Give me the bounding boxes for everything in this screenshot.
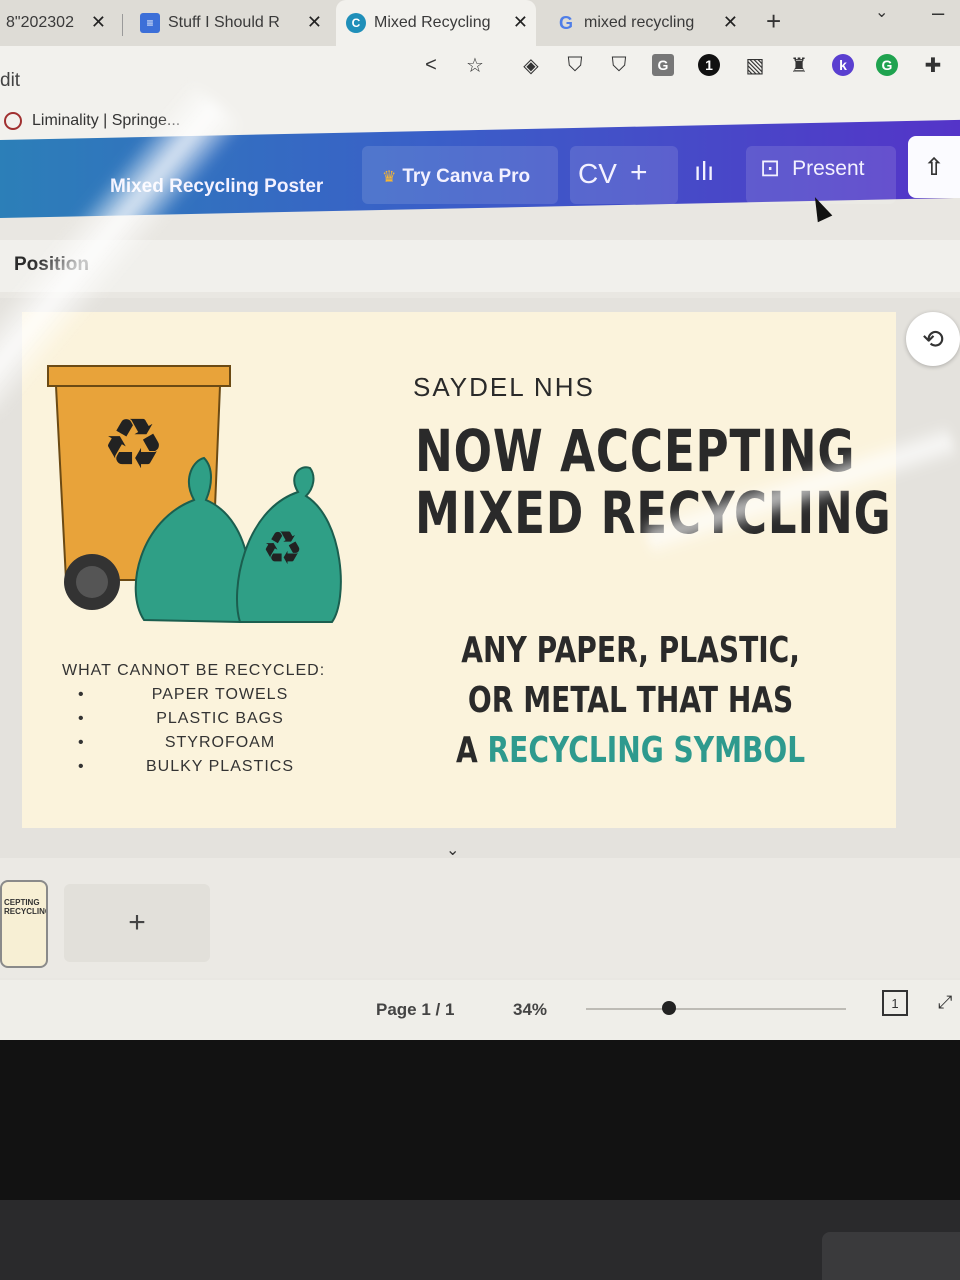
extensions-icon[interactable]: ✚ [918,50,948,80]
recycling-bin-illustration: ♻ ♻ [47,365,342,624]
try-pro-label: Try Canva Pro [402,166,531,187]
robot-extension-icon[interactable]: ♜ [784,50,814,80]
page-indicator: Page 1 / 1 [376,1000,455,1019]
minimize-window-icon[interactable]: – [932,0,944,26]
list-item: BULKY PLASTICS [70,758,350,782]
body-line-2: OR METAL THAT HAS [467,680,794,721]
body-line-3-prefix: A [456,730,488,771]
list-item: STYROFOAM [70,734,350,758]
editor-footer [0,980,960,1040]
tab-title: 8"202302 [6,14,74,31]
page-thumbnail[interactable]: CEPTING RECYCLING [0,880,48,968]
list-item: PLASTIC BAGS [70,710,350,734]
grid-view-button[interactable]: 1 [882,990,908,1016]
tab-1[interactable]: 8"202302 ✕ [0,0,114,46]
close-tab-icon[interactable]: ✕ [513,12,528,33]
present-screen-icon: ⊡ [760,155,781,182]
screen-capture-icon[interactable]: ▧ [740,50,770,80]
present-button[interactable]: ⊡ Present [760,154,864,183]
invite-plus-button[interactable]: + [630,156,648,190]
star-bookmark-icon[interactable]: ☆ [460,50,490,80]
close-tab-icon[interactable]: ✕ [307,12,322,33]
poster-org: SAYDEL NHS [413,372,595,402]
shield-outline-icon[interactable]: ⛉ [604,50,634,80]
tab-title: mixed recycling [584,14,695,31]
canva-icon: C [346,13,366,33]
svg-text:♻: ♻ [262,521,303,575]
tab-divider [122,14,123,36]
list-item: PAPER TOWELS [70,686,350,710]
editor-toolbar [0,240,960,292]
docs-icon: ≡ [140,13,160,33]
fullscreen-icon[interactable]: ⤢ [938,992,952,1013]
extension-puzzle-icon[interactable]: ◈ [516,50,546,80]
cannot-recycle-list: PAPER TOWELS PLASTIC BAGS STYROFOAM BULK… [70,686,350,782]
crown-icon: ♛ [382,169,397,186]
refresh-ai-icon[interactable]: ⟲ [906,312,960,366]
present-label: Present [792,156,865,180]
bookmark-favicon-icon [4,112,22,130]
cannot-recycle-title: WHAT CANNOT BE RECYCLED: [62,662,326,679]
insights-chart-icon[interactable]: ılı [694,156,714,187]
body-line-3: A RECYCLING SYMBOL [456,726,805,776]
shield-icon[interactable]: ⛉ [560,50,590,80]
laptop-base [0,1200,960,1280]
g-extension-icon[interactable]: G [652,54,674,76]
google-icon: G [558,12,573,33]
body-line-1: ANY PAPER, PLASTIC, [461,630,800,671]
grammarly-icon[interactable]: G [876,54,898,76]
laptop-hinge [822,1232,960,1280]
one-extension-icon[interactable]: 1 [698,54,720,76]
tab-2[interactable]: ≡ Stuff I Should R ✕ [130,0,330,46]
add-page-button[interactable]: + [64,884,210,962]
tab-title: Mixed Recycling [374,14,491,31]
new-tab-button[interactable]: + [766,6,781,37]
recycling-symbol-highlight: RECYCLING SYMBOL [487,730,806,771]
tab-4[interactable]: G mixed recycling ✕ [546,0,746,46]
tab-title: Stuff I Should R [168,14,280,31]
svg-text:♻: ♻ [102,403,165,485]
zoom-slider-track[interactable] [586,1008,846,1010]
tab-3-active[interactable]: C Mixed Recycling ✕ [336,0,536,46]
poster-body: ANY PAPER, PLASTIC, OR METAL THAT HAS A … [456,626,805,776]
user-avatar[interactable]: CV [578,158,617,190]
tab-search-chevron-icon[interactable]: ⌄ [875,2,888,22]
expand-chevron-icon[interactable]: ⌄ [446,840,459,860]
close-tab-icon[interactable]: ✕ [723,12,738,33]
k-extension-icon[interactable]: k [832,54,854,76]
share-upload-icon[interactable]: ⇧ [908,136,960,198]
close-tab-icon[interactable]: ✕ [91,12,106,33]
address-bar[interactable]: dit [0,70,20,92]
try-canva-pro-button[interactable]: ♛ Try Canva Pro [382,166,530,188]
share-icon[interactable]: < [416,50,446,80]
zoom-level[interactable]: 34% [513,1000,547,1020]
